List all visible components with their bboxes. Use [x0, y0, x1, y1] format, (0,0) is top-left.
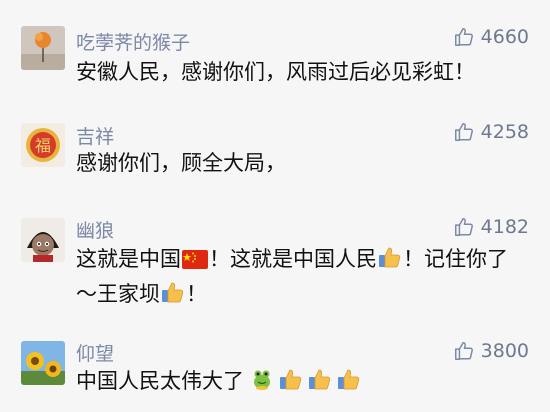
like-count: 3800	[480, 340, 529, 362]
comment-text-part: 这就是中国	[76, 247, 181, 271]
comment-text: 这就是中国 ！这就是中国人民 ！记住你了～王家坝！	[76, 242, 526, 312]
avatar[interactable]	[21, 341, 65, 385]
comment-text-part: 中国人民太伟大了	[76, 369, 244, 393]
like-count: 4182	[480, 216, 529, 238]
like-icon	[453, 121, 475, 143]
like-button[interactable]: 4182	[453, 216, 529, 238]
avatar-cartoon-image	[21, 218, 65, 262]
avatar-sunflower-image	[21, 341, 65, 385]
avatar-tree-image	[21, 26, 65, 70]
username[interactable]: 吉祥	[76, 122, 114, 149]
like-icon	[453, 26, 475, 48]
comment-text-part: ！	[186, 282, 207, 306]
like-count: 4660	[480, 26, 529, 48]
china-flag-emoji	[182, 250, 208, 269]
comment-text: 中国人民太伟大了	[76, 364, 526, 399]
username[interactable]: 幽狼	[76, 216, 114, 243]
like-icon	[453, 340, 475, 362]
thumbs-up-emoji	[308, 367, 332, 391]
thumbs-up-emoji	[279, 367, 303, 391]
like-button[interactable]: 4660	[453, 26, 529, 48]
avatar-fu-image: 福	[21, 123, 65, 167]
like-button[interactable]: 4258	[453, 121, 529, 143]
thumbs-up-emoji	[378, 245, 402, 269]
username[interactable]: 仰望	[76, 339, 114, 366]
thumbs-up-emoji	[337, 367, 361, 391]
avatar[interactable]	[21, 26, 65, 70]
frog-emoji	[250, 367, 274, 391]
comment-feed: 吃荸荠的猴子 4660 安徽人民，感谢你们，风雨过后必见彩虹！ 福 吉祥 425…	[0, 0, 550, 412]
like-icon	[453, 216, 475, 238]
avatar[interactable]: 福	[21, 123, 65, 167]
username[interactable]: 吃荸荠的猴子	[76, 28, 190, 55]
comment-text: 安徽人民，感谢你们，风雨过后必见彩虹！	[76, 60, 475, 84]
comment-text: 感谢你们，顾全大局，	[76, 151, 286, 175]
svg-text:福: 福	[35, 136, 51, 155]
avatar[interactable]	[21, 218, 65, 262]
like-count: 4258	[480, 121, 529, 143]
thumbs-up-emoji	[161, 280, 185, 304]
like-button[interactable]: 3800	[453, 340, 529, 362]
comment-text-part: ！这就是中国人民	[209, 247, 377, 271]
